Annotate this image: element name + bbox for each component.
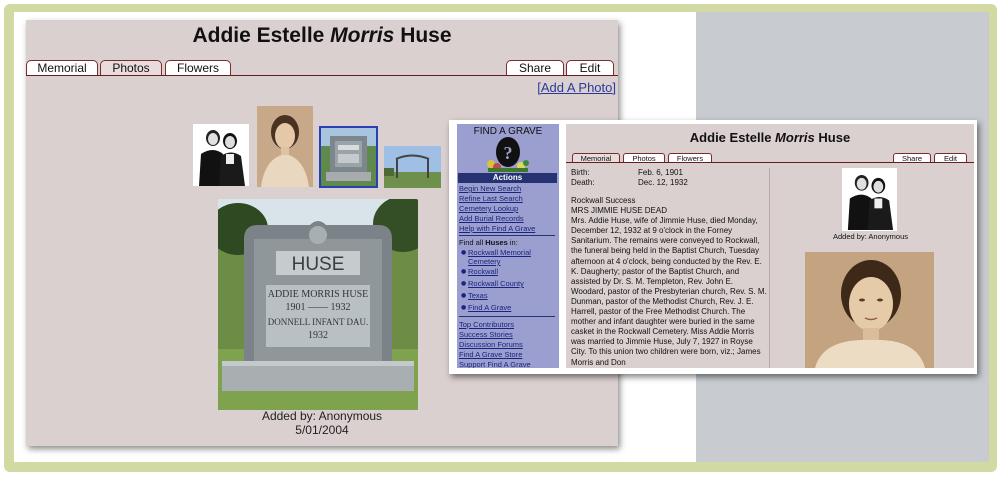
bullet-icon: ● [461,280,467,287]
sidebar-divider [459,316,555,317]
bullet-icon: ● [461,292,467,299]
sidebar-divider [459,235,555,236]
link-store[interactable]: Find A Grave Store [459,350,522,359]
content-divider [769,168,770,368]
headstone-line-2: 1901 —— 1932 [286,302,351,313]
link-begin-new-search[interactable]: Begin New Search [459,184,521,193]
link-find-state[interactable]: Texas [468,291,488,300]
find-all-surname: Huses [485,238,508,247]
bullet-icon: ● [461,304,467,311]
bullet-icon: ● [461,249,467,256]
memorial-photo-couple[interactable] [842,168,897,231]
photo-thumbnail-headstone-selected[interactable] [319,126,378,188]
memorial-photo-added-by: Added by: Anonymous [832,232,909,241]
title-last-name: Huse [814,130,851,145]
memorial-content: Addie Estelle Morris Huse Memorial Photo… [566,124,974,368]
photo-thumbnail-portrait[interactable] [257,106,313,187]
title-maiden-name: Morris [330,24,395,47]
link-help[interactable]: Help with Find A Grave [459,224,535,233]
add-photo-link[interactable]: [Add A Photo] [537,80,616,95]
title-last-name: Huse [394,24,452,47]
death-value: Dec. 12, 1932 [638,178,688,187]
actions-header: Actions [458,173,557,183]
tabs-divider [566,162,974,163]
link-find-cemetery[interactable]: Rockwall Memorial Cemetery [468,248,554,266]
page-title: Addie Estelle Morris Huse [26,24,618,48]
svg-text:?: ? [504,143,513,163]
obituary-body: Rockwall Success MRS JIMMIE HUSE DEAD Mr… [571,196,767,367]
tab-photos[interactable]: Photos [100,60,162,76]
link-add-burial-records[interactable]: Add Burial Records [459,214,524,223]
link-find-city[interactable]: Rockwall [468,267,498,276]
bullet-icon: ● [461,268,467,275]
find-a-grave-sidebar: FIND A GRAVE ? Actions Begin New Search … [457,124,559,368]
link-top-contributors[interactable]: Top Contributors [459,320,514,329]
memorial-title: Addie Estelle Morris Huse [566,130,974,145]
link-find-a-grave[interactable]: Find A Grave [468,303,511,312]
find-a-grave-logo-icon: ? [487,137,529,172]
link-refine-last-search[interactable]: Refine Last Search [459,194,523,203]
photo-thumbnail-couple[interactable] [193,124,249,186]
obituary-text: Rockwall Success MRS JIMMIE HUSE DEAD Mr… [571,196,767,368]
find-all-label: Find all Huses in: [459,238,518,247]
link-success-stories[interactable]: Success Stories [459,330,513,339]
title-first-name: Addie Estelle [689,130,776,145]
find-all-suffix: in: [507,238,518,247]
headstone-line-1: ADDIE MORRIS HUSE [268,289,369,300]
death-label: Death: [571,178,595,187]
headstone-surname: HUSE [292,254,345,275]
find-all-prefix: Find all [459,238,486,247]
tab-edit[interactable]: Edit [566,60,614,76]
link-find-county[interactable]: Rockwall County [468,279,524,288]
birth-label: Birth: [571,168,590,177]
photo-added-by: Added by: Anonymous [261,409,383,423]
headstone-line-3: DONNELL INFANT DAU. [268,317,369,327]
link-discussion-forums[interactable]: Discussion Forums [459,340,523,349]
tabs-divider [26,75,618,76]
tab-memorial[interactable]: Memorial [26,60,98,76]
photo-thumbnail-cemetery[interactable] [384,146,441,188]
link-cemetery-lookup[interactable]: Cemetery Lookup [459,204,518,213]
memorial-photo-portrait[interactable] [805,252,934,368]
title-first-name: Addie Estelle [192,24,331,47]
headstone-photo[interactable]: HUSE ADDIE MORRIS HUSE 1901 —— 1932 DONN… [218,199,418,410]
tab-flowers[interactable]: Flowers [165,60,231,76]
photo-added-date: 5/01/2004 [295,423,349,437]
link-support[interactable]: Support Find A Grave [459,360,531,368]
title-maiden-name: Morris [775,130,815,145]
birth-value: Feb. 6, 1901 [638,168,683,177]
tab-share[interactable]: Share [506,60,564,76]
headstone-line-4: 1932 [308,330,328,341]
